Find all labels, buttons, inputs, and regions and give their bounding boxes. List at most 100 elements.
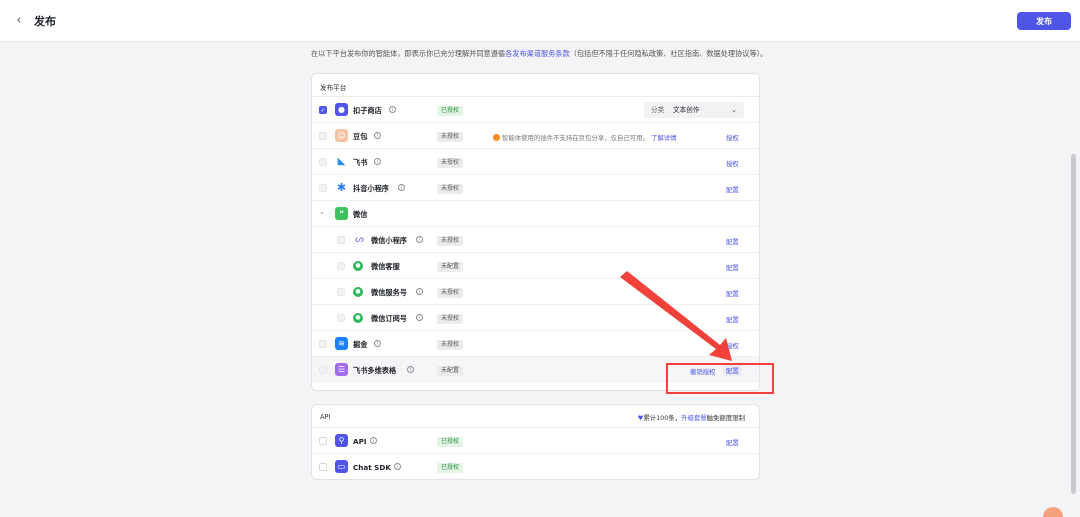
- info-icon[interactable]: i: [416, 236, 423, 243]
- info-icon[interactable]: i: [394, 463, 401, 470]
- feishu-checkbox[interactable]: [319, 158, 327, 166]
- feishu-name: 飞书: [353, 158, 368, 167]
- configure-link[interactable]: 配置: [726, 438, 739, 447]
- wechat-official-name: 微信服务号: [371, 288, 407, 297]
- status-badge: 已授权: [437, 463, 464, 473]
- wechat-subscription-checkbox[interactable]: [337, 314, 345, 322]
- status-badge: 未授权: [437, 132, 464, 142]
- info-icon[interactable]: i: [374, 158, 381, 165]
- api-card: API ♥累计100条，升级套餐触免额度限制 ⚲ API i 已授权 配置 ▭ …: [311, 404, 760, 480]
- platform-row-juejin: ≋ 掘金 i 未授权 授权: [312, 331, 759, 357]
- doubao-name: 豆包: [353, 132, 368, 141]
- status-badge: 未配置: [437, 366, 464, 376]
- douyin-name: 抖音小程序: [353, 184, 389, 193]
- status-badge: 未配置: [437, 262, 464, 272]
- avatar[interactable]: [1043, 507, 1063, 517]
- page-title: 发布: [34, 15, 56, 28]
- warning-text: 智能体使用的插件不支持在豆包分享，仅自己可用。: [502, 134, 649, 142]
- juejin-checkbox[interactable]: [319, 340, 327, 348]
- status-badge: 未授权: [437, 340, 464, 350]
- quota-notice: ♥累计100条，升级套餐触免额度限制: [638, 413, 745, 422]
- category-select[interactable]: 分类 文本创作 ⌄: [644, 102, 744, 118]
- coze-store-checkbox[interactable]: ✓: [319, 106, 327, 114]
- status-badge: 未授权: [437, 236, 464, 246]
- info-icon[interactable]: i: [416, 288, 423, 295]
- feishu-icon: ◣: [335, 155, 348, 168]
- wechat-miniprogram-checkbox[interactable]: [337, 236, 345, 244]
- info-icon[interactable]: i: [407, 366, 414, 373]
- authorize-link[interactable]: 授权: [726, 133, 739, 142]
- info-icon[interactable]: i: [370, 437, 377, 444]
- douyin-icon: ✱: [335, 181, 348, 194]
- platforms-header: 发布平台: [312, 74, 759, 97]
- doubao-icon: ☺: [335, 129, 348, 142]
- platforms-header-label: 发布平台: [320, 84, 347, 92]
- info-icon[interactable]: i: [416, 314, 423, 321]
- back-button[interactable]: ‹: [12, 12, 26, 30]
- info-icon[interactable]: i: [398, 184, 405, 191]
- warning-icon: [493, 134, 500, 141]
- feishu-bitable-checkbox[interactable]: [319, 366, 327, 374]
- platform-row-doubao: ☺ 豆包 i 未授权 智能体使用的插件不支持在豆包分享，仅自己可用。 了解详情 …: [312, 123, 759, 149]
- douyin-checkbox[interactable]: [319, 184, 327, 192]
- wechat-miniprogram-name: 微信小程序: [371, 236, 407, 245]
- learn-more-link[interactable]: 了解详情: [651, 134, 677, 142]
- chevron-down-icon: ⌄: [731, 106, 737, 114]
- terms-link[interactable]: 各发布渠道服务条款: [505, 49, 570, 58]
- wechat-official-checkbox[interactable]: [337, 288, 345, 296]
- status-badge: 已授权: [437, 437, 464, 447]
- wechat-icon: ❝: [335, 207, 348, 220]
- scrollbar[interactable]: [1071, 154, 1076, 494]
- wechat-official-icon: ●: [353, 287, 363, 297]
- api-row-chat-sdk: ▭ Chat SDK i 已授权: [312, 454, 759, 479]
- platform-row-wechat-miniprogram: ᔕ 微信小程序 i 未授权 配置: [312, 227, 759, 253]
- juejin-icon: ≋: [335, 337, 348, 350]
- configure-link[interactable]: 配置: [726, 289, 739, 298]
- api-header-label: API: [320, 413, 331, 421]
- api-row-api: ⚲ API i 已授权 配置: [312, 428, 759, 454]
- wechat-name: 微信: [353, 210, 368, 219]
- authorize-link[interactable]: 授权: [726, 341, 739, 350]
- category-label: 分类: [651, 106, 665, 114]
- configure-link[interactable]: 配置: [726, 263, 739, 272]
- platform-row-feishu: ◣ 飞书 i 未授权 授权: [312, 149, 759, 175]
- platform-row-douyin: ✱ 抖音小程序 i 未授权 配置: [312, 175, 759, 201]
- feishu-bitable-name: 飞书多维表格: [353, 366, 397, 375]
- wechat-subscription-name: 微信订阅号: [371, 314, 407, 323]
- publish-button[interactable]: 发布: [1017, 12, 1071, 30]
- info-icon[interactable]: i: [374, 132, 381, 139]
- notice-suffix: （包括但不限于任何隐私政策、社区指南、数据处理协议等）。: [569, 49, 768, 58]
- authorize-link[interactable]: 授权: [726, 159, 739, 168]
- juejin-name: 掘金: [353, 340, 368, 349]
- chat-sdk-checkbox[interactable]: [319, 463, 327, 471]
- platform-group-wechat[interactable]: ⌄ ❝ 微信: [312, 201, 759, 227]
- terms-notice: 在以下平台发布你的智能体，即表示你已充分理解并同意遵循各发布渠道服务条款（包括但…: [311, 47, 771, 60]
- api-header: API ♥累计100条，升级套餐触免额度限制: [312, 405, 759, 428]
- wechat-service-checkbox[interactable]: [337, 262, 345, 270]
- platform-row-wechat-official: ● 微信服务号 i 未授权 配置: [312, 279, 759, 305]
- quota-suffix: 触免额度限制: [706, 414, 745, 422]
- info-icon[interactable]: i: [389, 106, 396, 113]
- top-bar: ‹ 发布 发布: [0, 0, 1080, 42]
- chevron-down-icon[interactable]: ⌄: [319, 208, 325, 216]
- api-name: API: [353, 437, 367, 446]
- wechat-service-icon: ●: [353, 261, 363, 271]
- configure-link[interactable]: 配置: [726, 315, 739, 324]
- coze-store-name: 扣子商店: [353, 106, 382, 115]
- wechat-service-name: 微信客服: [371, 262, 400, 271]
- feishu-bitable-icon: ☰: [335, 363, 348, 376]
- upgrade-plan-link[interactable]: 升级套餐: [681, 414, 707, 422]
- configure-link[interactable]: 配置: [726, 185, 739, 194]
- category-value: 文本创作: [673, 106, 700, 114]
- chat-sdk-name: Chat SDK: [353, 463, 391, 472]
- api-checkbox[interactable]: [319, 437, 327, 445]
- api-icon: ⚲: [335, 434, 348, 447]
- annotation-box: [666, 363, 774, 394]
- status-badge: 未授权: [437, 158, 464, 168]
- platforms-card: 发布平台 ✓ ● 扣子商店 i 已授权 分类 文本创作 ⌄ ☺ 豆包 i 未授权…: [311, 73, 760, 391]
- notice-prefix: 在以下平台发布你的智能体，即表示你已充分理解并同意遵循: [311, 49, 506, 58]
- info-icon[interactable]: i: [374, 340, 381, 347]
- configure-link[interactable]: 配置: [726, 237, 739, 246]
- platform-row-coze-store: ✓ ● 扣子商店 i 已授权 分类 文本创作 ⌄: [312, 97, 759, 123]
- doubao-checkbox[interactable]: [319, 132, 327, 140]
